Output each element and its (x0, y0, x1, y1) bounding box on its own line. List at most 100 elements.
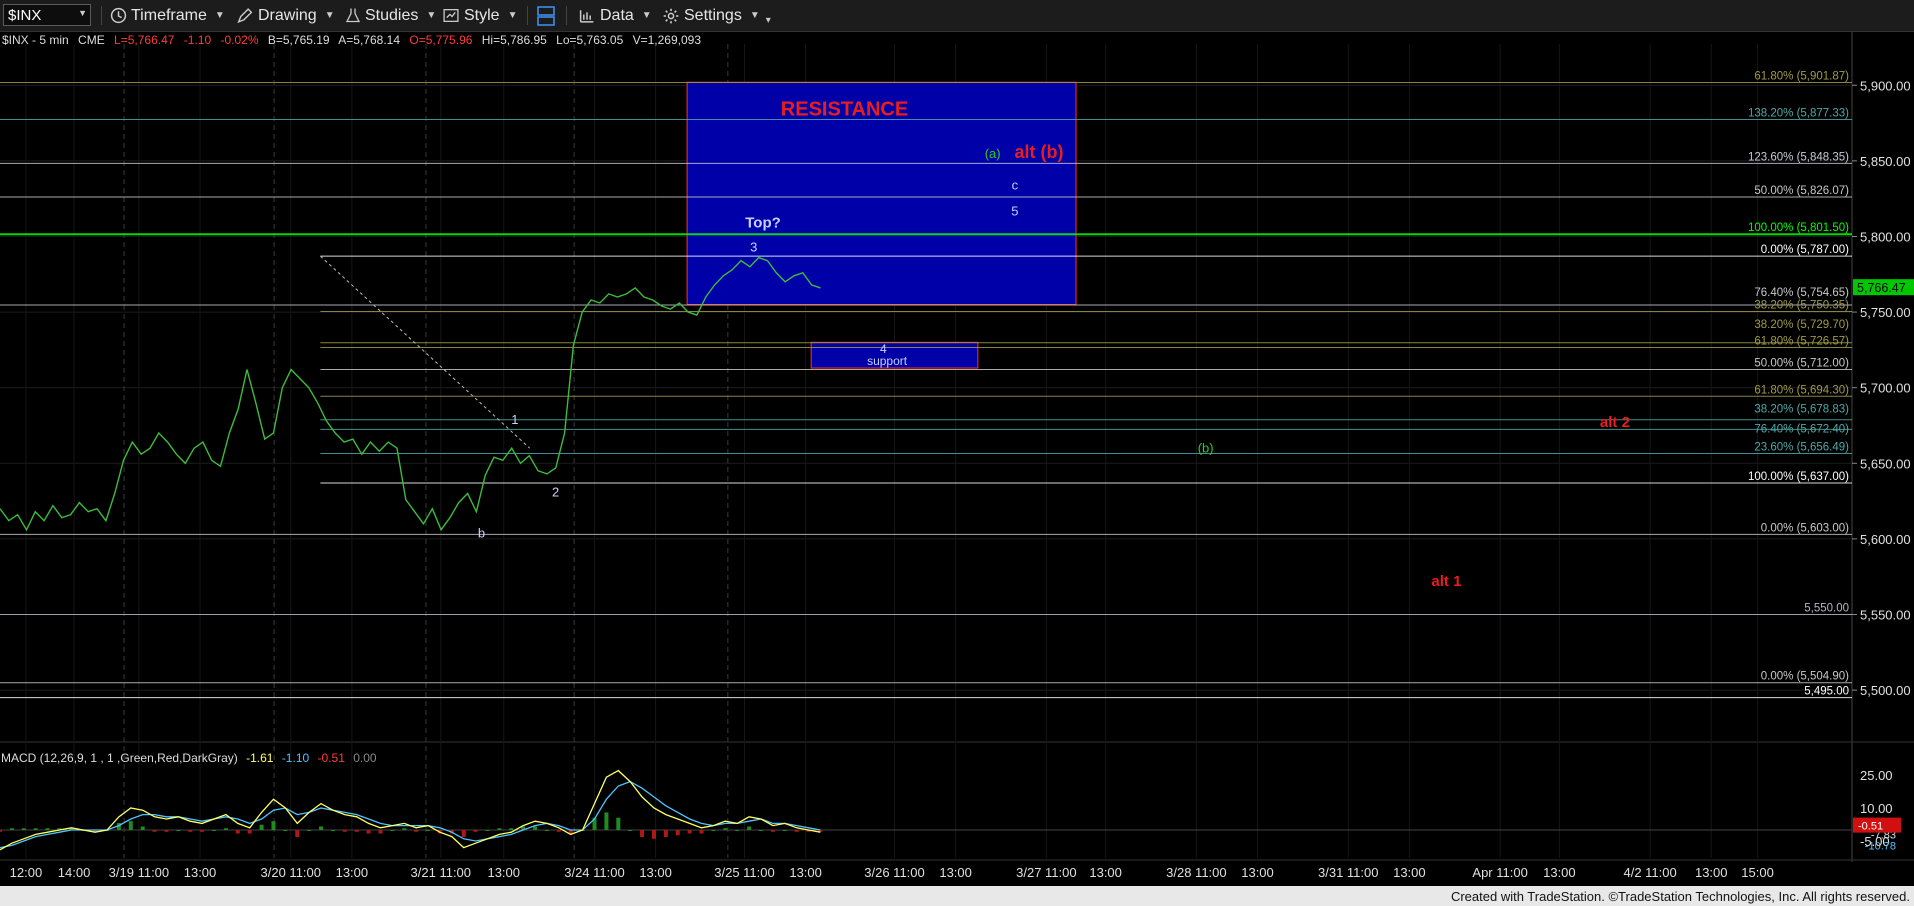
time-tick-label: 15:00 (1741, 865, 1774, 880)
wave-label: alt (b) (1014, 142, 1063, 162)
timeframe-button[interactable]: Timeframe ▼ (110, 0, 225, 31)
chevron-down-icon[interactable]: ▼ (215, 10, 225, 21)
chevron-down-icon[interactable]: ▼ (508, 10, 518, 21)
time-tick-label: 4/2 11:00 (1623, 865, 1676, 880)
wave-label: 2 (552, 485, 559, 500)
macd-histogram-bar (140, 826, 145, 830)
studies-button[interactable]: Studies ▼ (345, 0, 436, 31)
macd-histogram-bar (426, 830, 431, 831)
macd-histogram-bar (271, 821, 276, 830)
macd-histogram-bar (604, 812, 609, 830)
fib-level-label: 76.40% (5,754.65) (1754, 287, 1849, 299)
fib-level-label: 0.00% (5,603.00) (1761, 522, 1849, 534)
layout-icon (537, 5, 555, 26)
volume: V=1,269,093 (632, 33, 701, 47)
macd-line (0, 769, 821, 851)
drawing-button[interactable]: Drawing ▼ (236, 0, 335, 31)
ask-price: A=5,768.14 (338, 33, 401, 47)
fib-level-label: 76.40% (5,672.40) (1754, 423, 1849, 435)
price-tick-label: 5,500.00 (1860, 683, 1911, 698)
time-axis[interactable]: 12:00 14:00 3/19 11:00 13:00 3/20 11:00 13:00… (10, 865, 1774, 880)
drawing-label: Drawing (258, 6, 317, 24)
style-button[interactable]: Style ▼ (442, 0, 517, 31)
macd-current-label: -0.51 (1858, 821, 1883, 833)
time-tick-label: 13:00 (639, 865, 672, 880)
macd-histogram-bar (45, 828, 50, 830)
macd-readout: -10.78 (1865, 841, 1896, 853)
chevron-down-icon[interactable]: ▼ (426, 10, 436, 21)
macd-histogram-bar (473, 830, 478, 832)
toolbar-divider (566, 6, 567, 25)
price-tick-label: 5,750.00 (1860, 305, 1911, 320)
fib-level-label: 38.20% (5,678.83) (1754, 404, 1849, 416)
chevron-down-icon[interactable]: ▼ (750, 10, 760, 21)
macd-panel[interactable]: 25.0010.00-5.00-7.83-10.78-0.51 (0, 768, 1901, 853)
time-tick-label: 13:00 (1241, 865, 1274, 880)
macd-histogram-bar (164, 830, 169, 832)
macd-histogram-bar (616, 817, 621, 830)
chevron-down-icon[interactable]: ▼ (325, 10, 335, 21)
macd-zero-value: 0.00 (353, 751, 377, 765)
wave-label: 1 (511, 412, 518, 427)
macd-histogram-bar (33, 828, 38, 830)
macd-title: MACD (12,26,9, 1 , 1 ,Green,Red,DarkGray… (1, 751, 238, 765)
time-tick-label: Apr 11:00 (1472, 865, 1527, 880)
bar-chart-icon (579, 10, 594, 23)
macd-histogram-bar (330, 830, 335, 831)
time-tick-label: 13:00 (1393, 865, 1426, 880)
wave-label: support (867, 354, 908, 368)
macd-histogram-bar (770, 830, 775, 832)
wave-label: c (1012, 178, 1019, 193)
macd-histogram-bar (259, 824, 264, 830)
overflow-chevron-icon[interactable]: ▾ (766, 15, 771, 26)
fib-level-label: 61.80% (5,694.30) (1754, 384, 1849, 396)
macd-histogram-bar (21, 828, 26, 830)
price-tick-label: 5,850.00 (1860, 154, 1911, 169)
macd-histogram-bar (544, 830, 549, 831)
time-tick-label: 13:00 (1089, 865, 1122, 880)
macd-histogram-bar (212, 830, 217, 831)
symbol-input[interactable]: $INX ▼ (3, 4, 91, 26)
fib-level-label: 23.60% (5,656.49) (1754, 441, 1849, 453)
macd-histogram-bar (747, 826, 752, 830)
time-tick-label: 13:00 (184, 865, 217, 880)
exchange: CME (78, 33, 105, 47)
symbol-info-bar: $INX - 5 min CME L=5,766.47 -1.10 -0.02%… (2, 33, 707, 47)
wave-label: b (478, 525, 485, 540)
high-price: Hi=5,786.95 (481, 33, 547, 47)
fib-level-label: 38.20% (5,750.35) (1754, 300, 1849, 312)
chevron-down-icon[interactable]: ▼ (642, 10, 652, 21)
macd-histogram-bar (319, 826, 324, 830)
time-tick-label: 14:00 (58, 865, 91, 880)
chevron-down-icon[interactable]: ▼ (78, 8, 87, 18)
time-tick-label: 3/21 11:00 (411, 865, 471, 880)
fib-level-label: 61.80% (5,726.57) (1754, 336, 1849, 348)
macd-histogram-bar (295, 830, 300, 838)
clock-icon (110, 7, 127, 24)
fib-level-label: 38.20% (5,729.70) (1754, 319, 1849, 331)
time-tick-label: 13:00 (1695, 865, 1728, 880)
wave-label: 5 (1011, 203, 1018, 218)
data-label: Data (600, 6, 634, 24)
time-tick-label: 12:00 (10, 865, 43, 880)
data-button[interactable]: Data ▼ (578, 0, 652, 31)
macd-histogram-bar (128, 821, 133, 830)
last-price: L=5,766.47 (114, 33, 175, 47)
macd-histogram-bar (699, 830, 704, 834)
macd-histogram-bar (176, 830, 181, 831)
time-tick-label: 13:00 (336, 865, 369, 880)
price-tick-label: 5,700.00 (1860, 381, 1911, 396)
settings-button[interactable]: Settings ▼ ▾ (662, 0, 771, 31)
layout-button[interactable] (536, 0, 560, 31)
price-axis[interactable]: 5,900.00 5,850.00 5,800.00 5,750.00 5,700.00… (1852, 78, 1914, 698)
macd-histogram-bar (509, 828, 514, 830)
wave-label: RESISTANCE (781, 99, 908, 121)
fib-level-label: 5,550.00 (1804, 602, 1849, 614)
macd-histogram-bar (782, 830, 787, 831)
price-tick-label: 5,600.00 (1860, 532, 1911, 547)
gear-icon (663, 8, 679, 23)
macd-histogram-bar (794, 830, 799, 832)
fib-level-label: 0.00% (5,504.90) (1761, 671, 1849, 683)
macd-histogram-bar (366, 830, 371, 834)
settings-label: Settings (684, 6, 742, 24)
